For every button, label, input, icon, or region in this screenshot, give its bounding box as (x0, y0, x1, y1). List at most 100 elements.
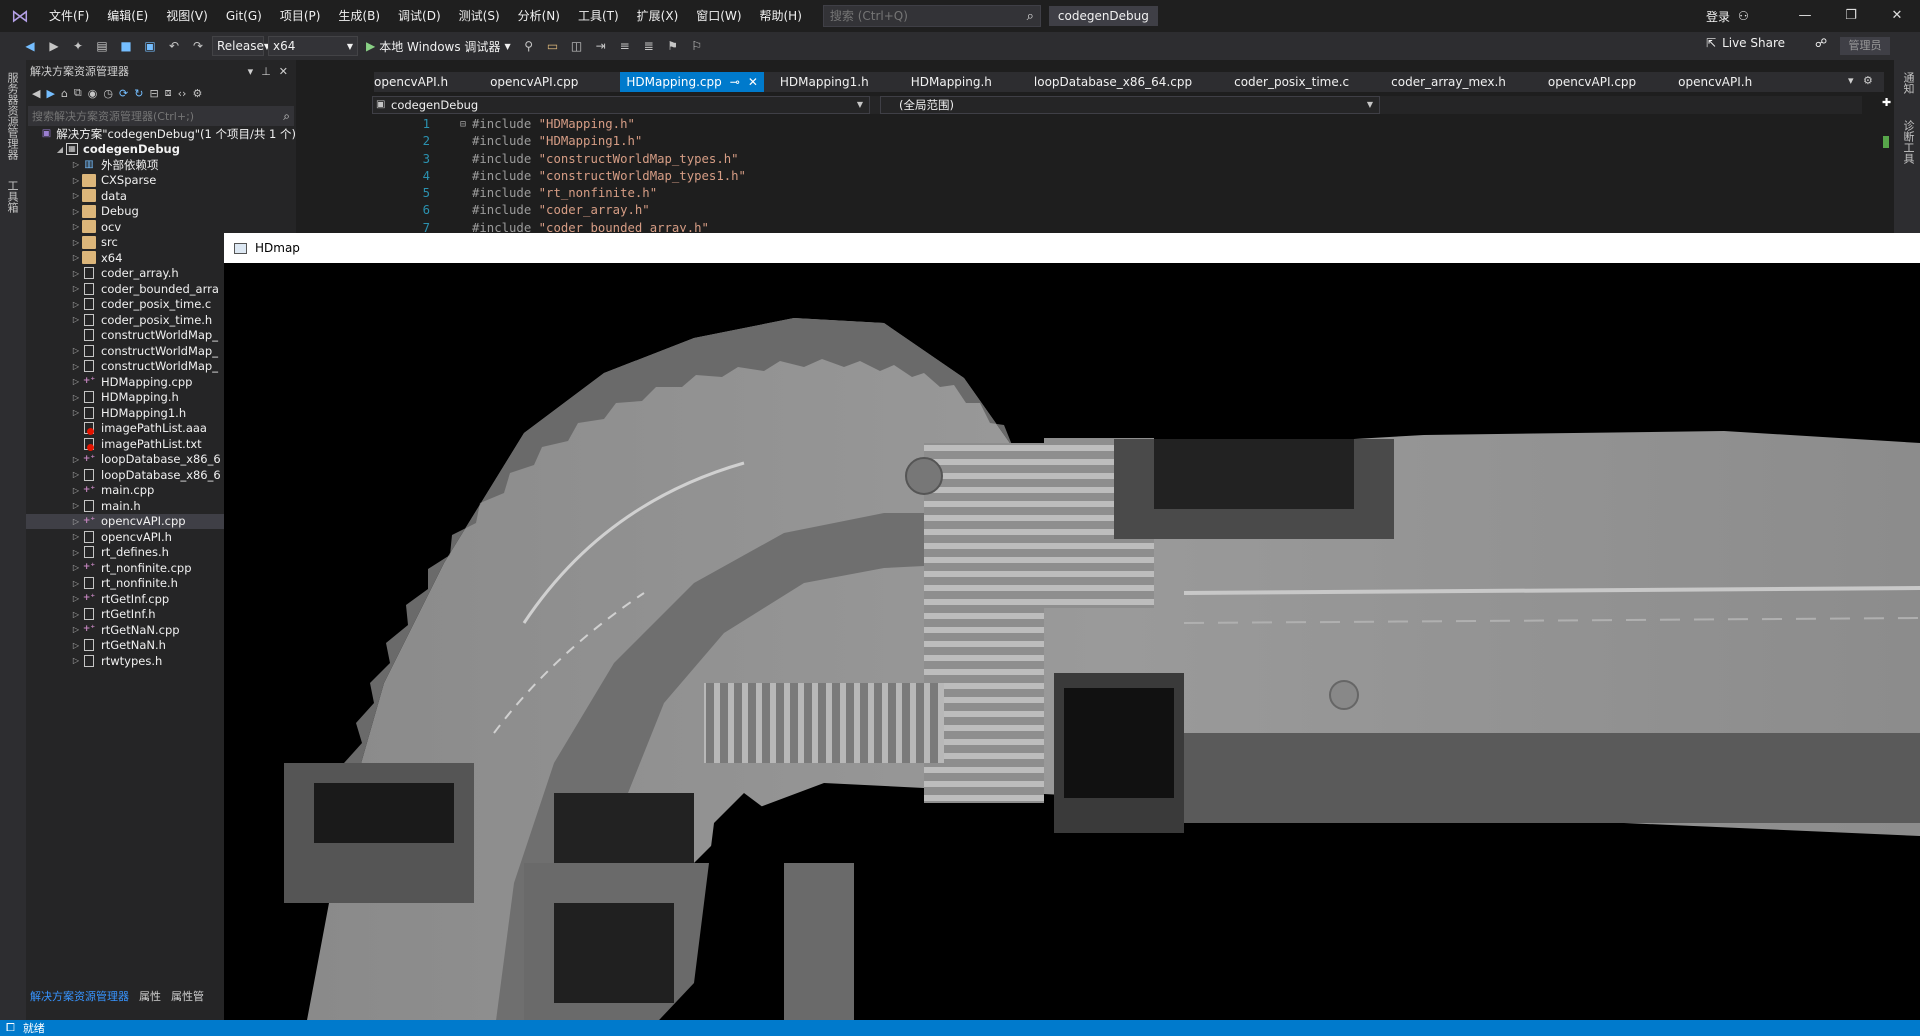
scope-dropdown[interactable]: (全局范围) ▼ (880, 96, 1380, 114)
indent-icon[interactable]: ≡ (615, 36, 635, 56)
collapsed-arrow-icon[interactable]: ▷ (70, 563, 82, 572)
collapsed-arrow-icon[interactable]: ▷ (70, 610, 82, 619)
collapsed-arrow-icon[interactable]: ▷ (70, 393, 82, 402)
collapsed-arrow-icon[interactable]: ▷ (70, 315, 82, 324)
tab-list-icon[interactable]: ▾ (1848, 74, 1854, 87)
refresh-icon[interactable]: ↻ (134, 87, 143, 100)
code-line[interactable]: 6 #include "coder_array.h" (372, 202, 1882, 219)
global-search-input[interactable] (829, 9, 1027, 23)
code-line[interactable]: 1 ⊟ #include "HDMapping.h" (372, 116, 1882, 133)
collapsed-arrow-icon[interactable]: ▷ (70, 470, 82, 479)
menu-item[interactable]: 调试(D) (389, 0, 450, 32)
open-folder-icon[interactable]: ▤ (92, 36, 112, 56)
bookmark-prev-icon[interactable]: ⚐ (687, 36, 707, 56)
restore-button[interactable]: ❐ (1828, 0, 1874, 32)
notifications-tab[interactable]: 通知 (1900, 72, 1916, 94)
collapsed-arrow-icon[interactable]: ▷ (70, 517, 82, 526)
platform-select[interactable]: x64 ▼ (268, 36, 358, 56)
switch-views-icon[interactable]: ⧉ (74, 86, 82, 100)
collapsed-arrow-icon[interactable]: ▷ (70, 160, 82, 169)
attach-icon[interactable]: ⚲ (519, 36, 539, 56)
document-tab[interactable]: coder_array_mex.h (1391, 72, 1526, 92)
save-all-icon[interactable]: ▣ (140, 36, 160, 56)
code-line[interactable]: 5 #include "rt_nonfinite.h" (372, 185, 1882, 202)
properties-icon[interactable]: ⚙ (192, 87, 202, 100)
collapsed-arrow-icon[interactable]: ▷ (70, 176, 82, 185)
login-area[interactable]: 登录 ⚇ (1706, 0, 1749, 32)
expanded-arrow-icon[interactable]: ◢ (54, 145, 66, 154)
panel-menu-icon[interactable]: ▾ (248, 65, 254, 78)
collapsed-arrow-icon[interactable]: ▷ (70, 207, 82, 216)
document-tab[interactable]: loopDatabase_x86_64.cpp (1034, 72, 1212, 92)
document-tab[interactable]: opencvAPI.cpp (1548, 72, 1656, 92)
pending-changes-icon[interactable]: ◷ (103, 87, 113, 100)
project-dropdown[interactable]: ▣ codegenDebug ▼ (372, 96, 870, 114)
tree-item[interactable]: ▣ 解决方案"codegenDebug"(1 个项目/共 1 个) (26, 126, 296, 142)
split-icon[interactable]: ✚ (1882, 96, 1891, 109)
document-tab[interactable]: opencvAPI.h (1678, 72, 1772, 92)
menu-item[interactable]: 测试(S) (450, 0, 509, 32)
menu-item[interactable]: Git(G) (217, 0, 271, 32)
hdmap-window[interactable]: HDmap (224, 233, 1920, 1036)
menu-item[interactable]: 帮助(H) (751, 0, 811, 32)
code-line[interactable]: 4 #include "constructWorldMap_types1.h" (372, 168, 1882, 185)
tree-item[interactable]: ▷ ▥ 外部依赖项 (26, 157, 296, 173)
collapsed-arrow-icon[interactable]: ▷ (70, 625, 82, 634)
settings-icon[interactable]: ⚙ (1863, 74, 1873, 87)
screenshot-icon[interactable]: ◫ (567, 36, 587, 56)
collapsed-arrow-icon[interactable]: ▷ (70, 455, 82, 464)
document-tab[interactable]: HDMapping.cpp ⊸ ✕ (620, 72, 764, 92)
code-line[interactable]: 2 #include "HDMapping1.h" (372, 133, 1882, 150)
back-icon[interactable]: ◀ (20, 36, 40, 56)
hdmap-titlebar[interactable]: HDmap (224, 233, 1920, 263)
document-tab[interactable]: opencvAPI.cpp (490, 72, 598, 92)
close-tab-icon[interactable]: ✕ (748, 72, 758, 92)
collapsed-arrow-icon[interactable]: ▷ (70, 532, 82, 541)
panel-bottom-tab[interactable]: 属性管 (171, 988, 204, 1008)
panel-bottom-tab[interactable]: 属性 (139, 988, 161, 1008)
menu-item[interactable]: 生成(B) (329, 0, 389, 32)
menu-item[interactable]: 编辑(E) (98, 0, 157, 32)
tree-item[interactable]: ▷ Debug (26, 204, 296, 220)
collapsed-arrow-icon[interactable]: ▷ (70, 408, 82, 417)
code-line[interactable]: 7 #include "coder_bounded_array.h" (372, 220, 1882, 232)
configuration-select[interactable]: Release ▼ (212, 36, 270, 56)
code-view-icon[interactable]: ‹› (178, 87, 187, 100)
document-tab[interactable]: coder_posix_time.c (1234, 72, 1369, 92)
undo-icon[interactable]: ↶ (164, 36, 184, 56)
collapsed-arrow-icon[interactable]: ▷ (70, 486, 82, 495)
collapsed-arrow-icon[interactable]: ▷ (70, 548, 82, 557)
live-share-button[interactable]: ⇱ Live Share ☍ (1706, 36, 1827, 50)
menu-item[interactable]: 窗口(W) (687, 0, 750, 32)
collapsed-arrow-icon[interactable]: ▷ (70, 191, 82, 200)
menu-item[interactable]: 分析(N) (509, 0, 569, 32)
forward-icon[interactable]: ▶ (44, 36, 64, 56)
menu-item[interactable]: 扩展(X) (628, 0, 688, 32)
search-icon[interactable]: ⌕ (283, 109, 290, 124)
login-link[interactable]: 登录 (1706, 8, 1730, 25)
close-button[interactable]: ✕ (1874, 0, 1920, 32)
start-debugging-button[interactable]: ▶ 本地 Windows 调试器 ▼ (362, 38, 515, 55)
account-icon[interactable]: ⚇ (1738, 9, 1749, 23)
home-icon[interactable]: ⌂ (61, 87, 68, 100)
step-icon[interactable]: ⇥ (591, 36, 611, 56)
tree-item[interactable]: ◢ ▦ codegenDebug (26, 142, 296, 158)
new-item-icon[interactable]: ✦ (68, 36, 88, 56)
search-icon[interactable]: ⌕ (1027, 9, 1034, 24)
collapsed-arrow-icon[interactable]: ▷ (70, 238, 82, 247)
collapsed-arrow-icon[interactable]: ▷ (70, 346, 82, 355)
menu-item[interactable]: 文件(F) (40, 0, 98, 32)
pin-tab-icon[interactable]: ⊸ (730, 72, 740, 92)
collapsed-arrow-icon[interactable]: ▷ (70, 269, 82, 278)
minimize-button[interactable]: — (1782, 0, 1828, 32)
document-tab[interactable]: HDMapping1.h (780, 72, 889, 92)
save-icon[interactable]: ■ (116, 36, 136, 56)
bookmark-icon[interactable]: ⚑ (663, 36, 683, 56)
document-tab[interactable]: opencvAPI.h (374, 72, 468, 92)
collapsed-arrow-icon[interactable]: ▷ (70, 300, 82, 309)
git-icon[interactable]: ◉ (88, 87, 98, 100)
menu-item[interactable]: 项目(P) (271, 0, 330, 32)
toolbox-tab[interactable]: 工具箱 (4, 180, 20, 213)
collapse-all-icon[interactable]: ⊟ (149, 87, 158, 100)
diagnostic-tools-tab[interactable]: 诊断工具 (1900, 120, 1916, 164)
